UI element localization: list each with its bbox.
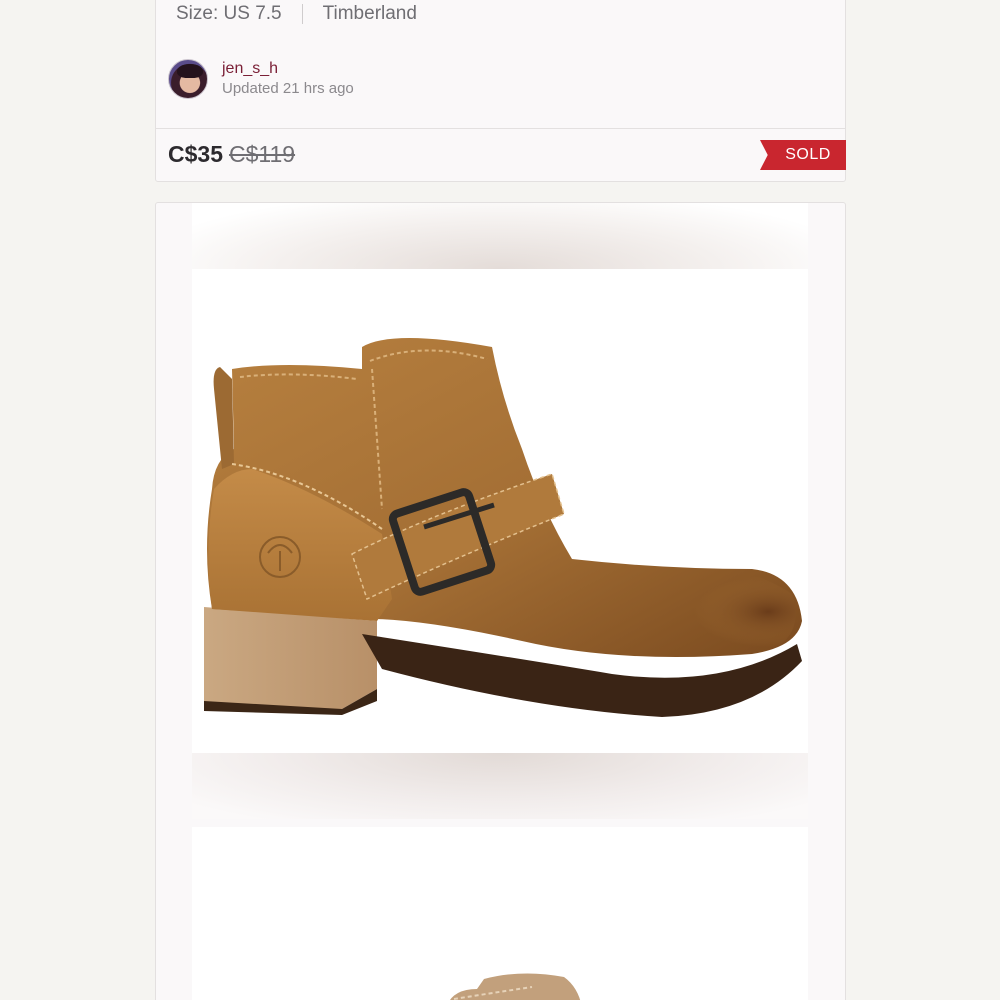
price: C$35 C$119 [168,141,295,168]
boot-illustration [204,338,802,717]
seller-username[interactable]: jen_s_h [222,59,354,79]
photo-gallery[interactable] [155,202,846,1000]
boot-illustration-2 [449,973,581,1000]
original-price: C$119 [228,141,296,167]
meta-divider [301,4,303,24]
sold-badge: SOLD [760,140,846,170]
current-price: C$35 [168,141,223,167]
photo-shadow-bottom [192,753,808,819]
listing-info-card: Size: US 7.5 Timberland jen_s_h Updated … [155,0,846,182]
photo-shadow-top [192,203,808,269]
updated-time: Updated 21 hrs ago [222,80,354,97]
price-bar: C$35 C$119 SOLD [156,128,846,182]
listing-meta: Size: US 7.5 Timberland [176,3,417,25]
brand-link[interactable]: Timberland [323,3,417,25]
boot-photo[interactable] [192,269,808,753]
seller-info[interactable]: jen_s_h Updated 21 hrs ago [168,59,354,99]
avatar[interactable] [168,59,208,99]
size-label: Size: US 7.5 [176,3,282,24]
boot-photo-2[interactable] [192,827,808,1000]
